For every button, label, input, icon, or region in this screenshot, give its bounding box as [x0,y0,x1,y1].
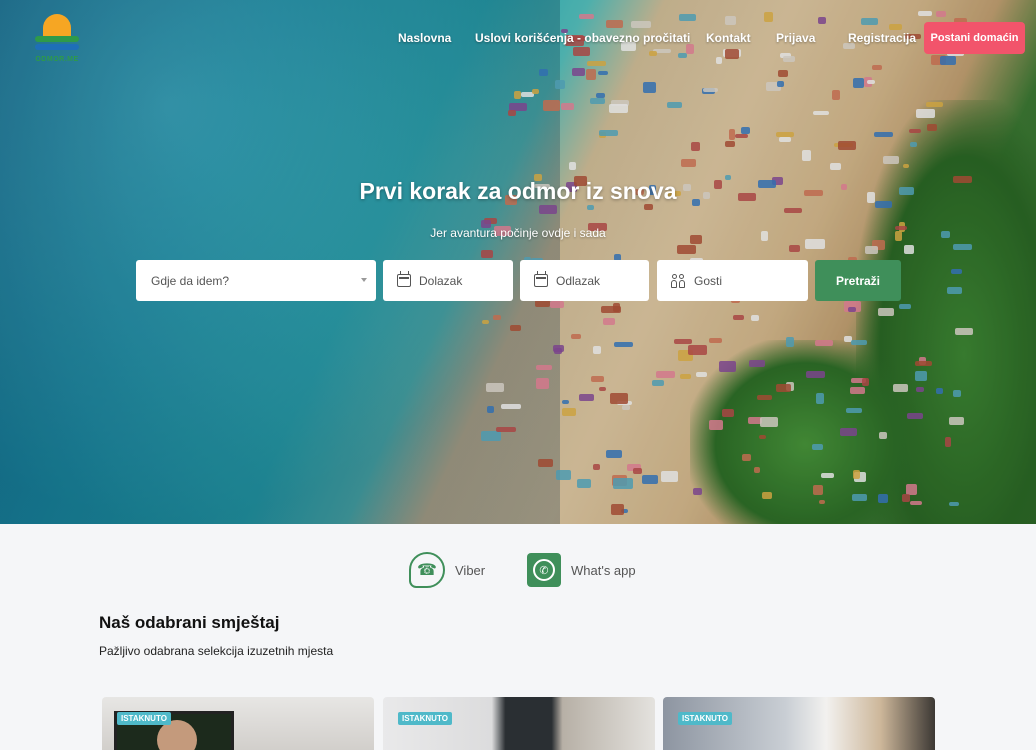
nav-link-register[interactable]: Registracija [848,31,916,45]
featured-section-title: Naš odabrani smještaj [99,613,280,632]
logo-text: ODMOR.ME [35,56,79,63]
people-icon [671,273,685,288]
nav-link-home[interactable]: Naslovna [398,31,451,45]
calendar-icon [534,271,548,287]
hero-subtitle: Jer avantura počinje ovdje i sada [430,226,606,240]
site-logo[interactable]: ODMOR.ME [32,12,82,66]
hero-title: Prvi korak za odmor iz snova [359,178,677,204]
logo-wave-icon [35,44,79,50]
checkout-date-field[interactable]: Odlazak [520,260,649,301]
destination-select[interactable]: Gdje da idem? [136,260,376,301]
featured-section-subtitle: Pažljivo odabrana selekcija izuzetnih mj… [99,644,334,658]
chevron-down-icon [361,278,367,282]
viber-icon: ☎ [409,552,445,588]
logo-sun-icon [43,14,71,36]
featured-badge: ISTAKNUTO [398,712,452,725]
listing-card[interactable]: ISTAKNUTO [663,697,935,750]
destination-placeholder: Gdje da idem? [151,273,230,288]
nav-link-login[interactable]: Prijava [776,31,815,45]
guests-placeholder: Gosti [694,273,723,288]
nav-link-contact[interactable]: Kontakt [706,31,751,45]
whatsapp-icon: ✆ [527,553,561,587]
checkin-date-field[interactable]: Dolazak [383,260,513,301]
listing-card[interactable]: ISTAKNUTO [383,697,655,750]
viber-contact-link[interactable]: ☎ Viber [409,552,485,588]
become-host-button[interactable]: Postani domaćin [924,22,1025,54]
guests-field[interactable]: Gosti [657,260,808,301]
search-button[interactable]: Pretraži [815,260,901,301]
featured-badge: ISTAKNUTO [678,712,732,725]
featured-badge: ISTAKNUTO [117,712,171,725]
hero-section: ODMOR.ME Naslovna Uslovi korišćenja - ob… [0,0,1036,524]
whatsapp-contact-link[interactable]: ✆ What's app [527,552,636,588]
checkout-placeholder: Odlazak [556,273,601,288]
nav-link-terms[interactable]: Uslovi korišćenja - obavezno pročitati [475,31,690,45]
whatsapp-label: What's app [571,562,636,578]
viber-label: Viber [455,562,486,578]
logo-wave-icon [35,36,79,42]
calendar-icon [397,271,411,287]
listing-card[interactable]: ISTAKNUTO [102,697,374,750]
checkin-placeholder: Dolazak [419,273,463,288]
